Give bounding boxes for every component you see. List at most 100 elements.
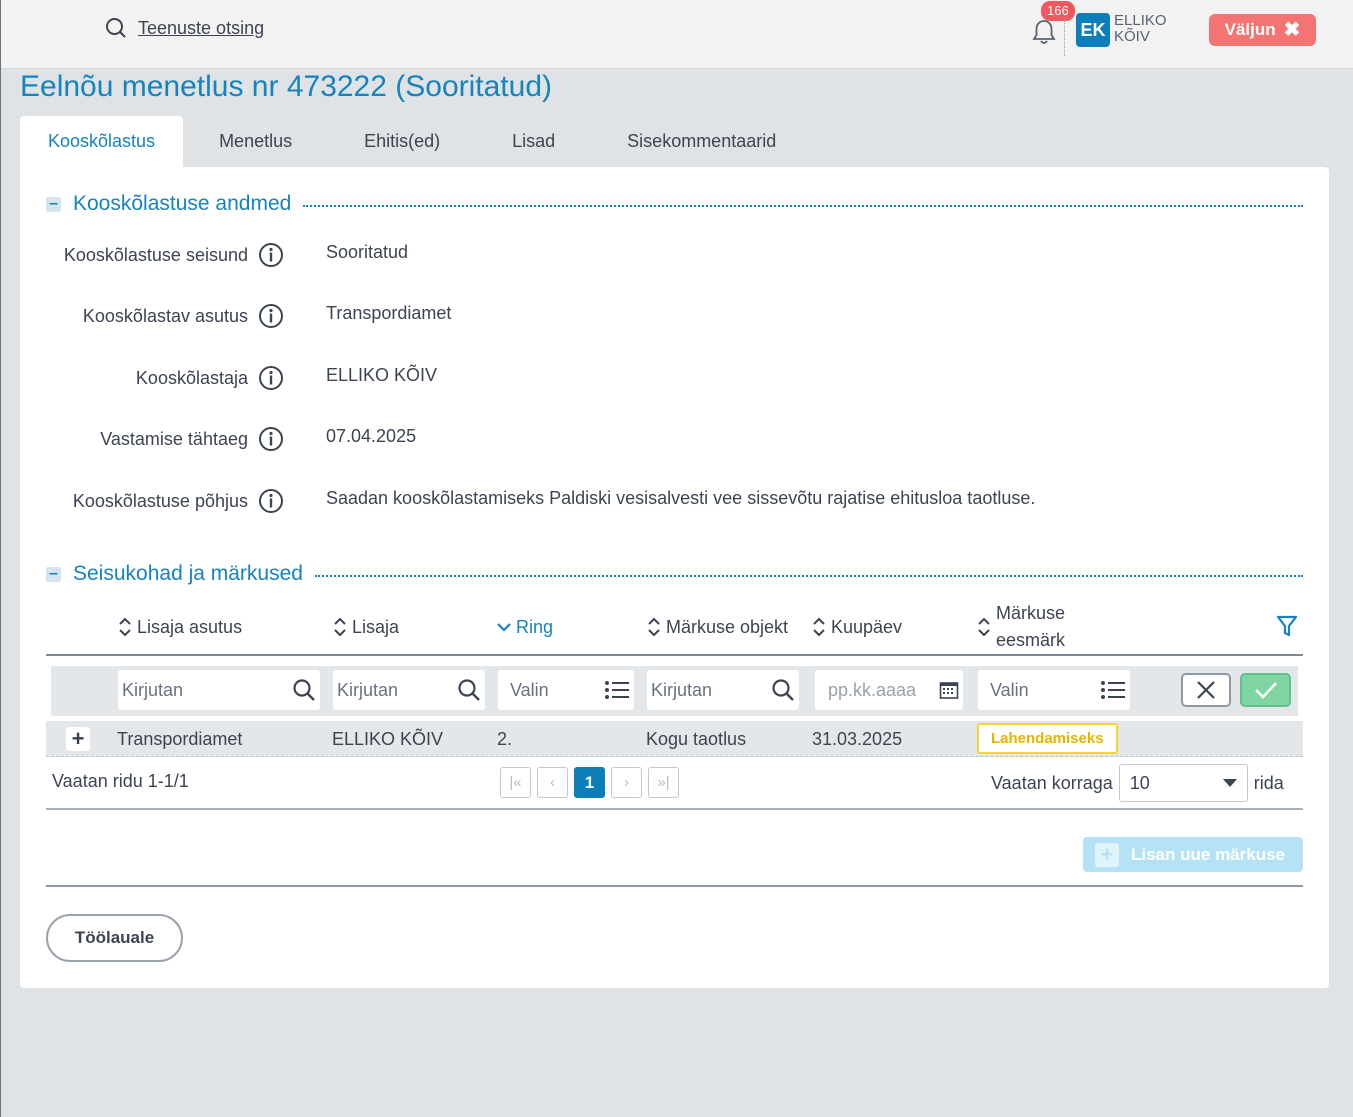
tab-menetlus[interactable]: Menetlus <box>183 116 328 167</box>
sort-icon <box>334 617 346 637</box>
info-icon[interactable] <box>258 242 284 268</box>
search-icon <box>458 679 480 701</box>
collapse-icon[interactable]: – <box>46 566 61 582</box>
filter-placeholder: Kirjutan <box>122 679 184 700</box>
service-search-label: Teenuste otsing <box>138 17 265 38</box>
footer-divider <box>46 885 1303 887</box>
column-header-lisaja-asutus[interactable]: Lisaja asutus <box>118 598 242 656</box>
column-header-markuse-eesmark[interactable]: Märkuse eesmärk <box>977 598 1065 656</box>
per-page-suffix: rida <box>1253 772 1284 793</box>
prev-page-button[interactable]: ‹ <box>537 767 568 798</box>
column-label-line: eesmärk <box>996 630 1066 650</box>
tab-lisad[interactable]: Lisad <box>476 116 591 167</box>
field-label: Kooskõlastaja <box>136 365 284 391</box>
tab-sisekommentaarid[interactable]: Sisekommentaarid <box>591 116 812 167</box>
avatar[interactable]: EK <box>1076 13 1110 47</box>
collapse-icon[interactable]: – <box>46 196 61 212</box>
per-page-label: Vaatan korraga <box>991 772 1113 793</box>
user-name[interactable]: ELLIKO KÕIV <box>1114 13 1167 45</box>
field-label-text: Kooskõlastaja <box>135 367 248 388</box>
tab-kooskolastus[interactable]: Kooskõlastus <box>20 116 184 167</box>
filter-row: Kirjutan Kirjutan Valin Kirjutan pp.kk.a… <box>51 666 1298 716</box>
filter-eesmark-select[interactable]: Valin <box>978 670 1130 710</box>
column-label: Märkuse eesmärk <box>996 600 1065 654</box>
checkmark-icon <box>1254 682 1277 699</box>
search-icon <box>106 18 126 38</box>
field-label: Kooskõlastuse seisund <box>64 242 284 268</box>
per-page-value: 10 <box>1129 772 1150 793</box>
header-divider <box>1064 12 1065 56</box>
logout-button[interactable]: Väljun ✖ <box>1209 14 1316 46</box>
column-label: Ring <box>516 616 554 637</box>
status-badge: Lahendamiseks <box>977 723 1118 754</box>
calendar-icon <box>939 682 959 699</box>
column-label: Kuupäev <box>831 616 903 637</box>
search-icon <box>772 679 794 701</box>
info-icon[interactable] <box>258 426 284 452</box>
table-row[interactable]: + Transpordiamet ELLIKO KÕIV 2. Kogu tao… <box>46 721 1303 757</box>
cell-ring: 2. <box>497 729 513 749</box>
dotted-divider <box>314 575 1303 577</box>
field-row-deadline: Vastamise tähtaeg 07.04.2025 <box>20 421 1320 451</box>
sort-icon <box>648 617 660 637</box>
page-title: Eelnõu menetlus nr 473222 (Sooritatud) <box>20 70 553 103</box>
section-header-approval-data: – Kooskõlastuse andmed <box>46 192 1303 216</box>
field-label-text: Kooskõlastav asutus <box>82 305 248 326</box>
logout-label: Väljun <box>1224 20 1276 39</box>
list-icon <box>605 681 629 699</box>
first-page-button[interactable]: |« <box>500 767 531 798</box>
field-label-text: Vastamise tähtaeg <box>100 428 248 449</box>
filter-placeholder: Kirjutan <box>337 679 399 700</box>
section-header-remarks: – Seisukohad ja märkused <box>46 562 1303 586</box>
dotted-divider <box>303 205 1303 207</box>
cell-lisaja-asutus: Transpordiamet <box>117 729 243 749</box>
column-header-ring[interactable]: Ring <box>497 598 553 656</box>
cell-markuse-objekt: Kogu taotlus <box>646 729 747 749</box>
cell-lisaja: ELLIKO KÕIV <box>332 729 444 749</box>
info-icon[interactable] <box>258 303 284 329</box>
expand-row-icon[interactable]: + <box>66 726 90 751</box>
column-header-kuupaev[interactable]: Kuupäev <box>812 598 902 656</box>
field-value: Sooritatud <box>326 242 409 262</box>
field-label: Vastamise tähtaeg <box>100 426 284 452</box>
tab-bar: Kooskõlastus Menetlus Ehitis(ed) Lisad S… <box>20 116 812 167</box>
field-label-text: Kooskõlastuse põhjus <box>72 490 248 511</box>
per-page-select[interactable]: 10 <box>1118 764 1248 802</box>
close-icon <box>1197 681 1215 699</box>
bell-icon[interactable] <box>1031 18 1057 46</box>
filter-kuupaev-input[interactable]: pp.kk.aaaa <box>815 670 963 710</box>
filter-icon[interactable] <box>1276 614 1298 638</box>
column-header-lisaja[interactable]: Lisaja <box>333 598 399 656</box>
field-row-institution: Kooskõlastav asutus Transpordiamet <box>20 298 1320 328</box>
tab-ehitised[interactable]: Ehitis(ed) <box>328 116 476 167</box>
add-remark-button[interactable]: + Lisan uue märkuse <box>1083 837 1303 872</box>
filter-ring-select[interactable]: Valin <box>498 670 634 710</box>
field-value: Saadan kooskõlastamiseks Paldiski vesisa… <box>326 488 1036 508</box>
section-title: Kooskõlastuse andmed <box>73 192 292 215</box>
user-first-name: ELLIKO <box>1114 12 1167 29</box>
info-icon[interactable] <box>258 365 284 391</box>
notification-count-badge: 166 <box>1041 1 1075 21</box>
filter-markuse-objekt-input[interactable]: Kirjutan <box>647 670 799 710</box>
sort-icon <box>978 617 990 637</box>
filter-lisaja-asutus-input[interactable]: Kirjutan <box>118 670 320 710</box>
pagination-info: Vaatan ridu 1-1/1 <box>52 771 189 791</box>
service-search-link[interactable]: Teenuste otsing <box>105 17 264 39</box>
close-icon: ✖ <box>1283 19 1301 41</box>
apply-filters-button[interactable] <box>1240 673 1291 707</box>
to-desktop-button[interactable]: Töölauale <box>46 914 183 962</box>
rows-per-page: Vaatan korraga 10 rida <box>991 764 1284 802</box>
column-label: Lisaja <box>352 616 400 637</box>
clear-filters-button[interactable] <box>1181 673 1231 707</box>
caret-down-icon <box>1222 779 1237 787</box>
filter-lisaja-input[interactable]: Kirjutan <box>333 670 485 710</box>
field-label-text: Kooskõlastuse seisund <box>63 244 248 265</box>
next-page-button[interactable]: › <box>611 767 642 798</box>
column-header-markuse-objekt[interactable]: Märkuse objekt <box>647 598 788 656</box>
last-page-button[interactable]: »| <box>648 767 679 798</box>
page-button-current[interactable]: 1 <box>574 767 605 798</box>
list-icon <box>1101 681 1125 699</box>
chevron-down-icon <box>497 623 511 632</box>
info-icon[interactable] <box>258 488 284 514</box>
search-icon <box>293 679 315 701</box>
